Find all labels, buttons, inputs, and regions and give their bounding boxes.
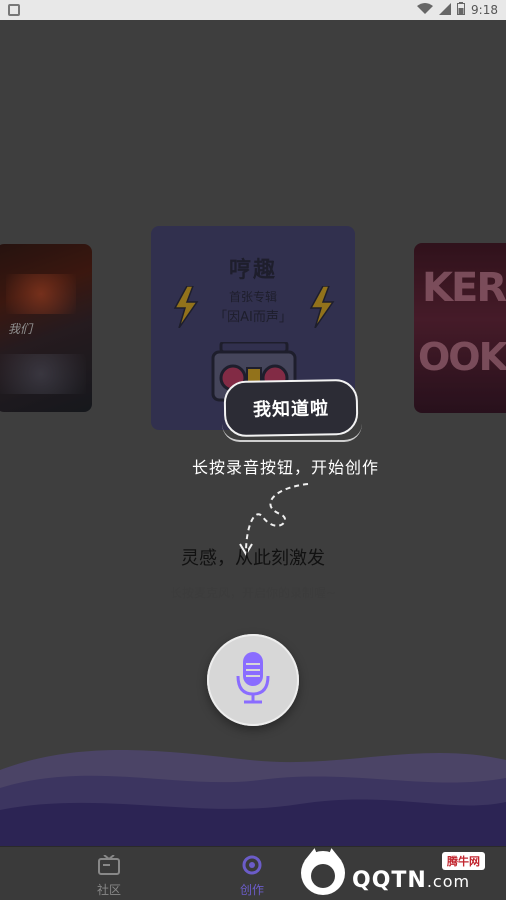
wave-decoration — [0, 750, 506, 846]
nav-label-community: 社区 — [96, 883, 121, 897]
nav-item-community[interactable]: 社区 — [79, 854, 139, 898]
watermark-text: QQTN.com — [352, 868, 471, 893]
headline: 灵感，从此刻激发 — [181, 548, 325, 569]
community-icon — [98, 854, 120, 879]
watermark-badge: 腾牛网 — [442, 852, 485, 870]
nav-label-create: 创作 — [239, 883, 264, 897]
watermark: QQTN.com 腾牛网 — [296, 846, 506, 900]
got-it-button[interactable]: 我知道啦 — [223, 378, 359, 438]
nav-item-create[interactable]: 创作 — [222, 855, 282, 898]
status-time: 9:18 — [471, 3, 498, 17]
wifi-icon — [417, 2, 434, 18]
signal-icon — [439, 2, 452, 18]
notification-icon — [8, 4, 20, 16]
subline: 长按麦克风，开启你的录制喔~ — [169, 586, 337, 600]
guide-hint: 长按录音按钮，开始创作 — [192, 458, 380, 477]
microphone-icon — [236, 652, 270, 708]
status-bar: 9:18 — [0, 0, 506, 20]
got-it-label: 我知道啦 — [252, 398, 330, 421]
record-mic-button[interactable] — [207, 634, 299, 726]
battery-icon — [457, 2, 466, 18]
create-icon — [242, 855, 262, 879]
watermark-logo-icon — [296, 848, 350, 900]
